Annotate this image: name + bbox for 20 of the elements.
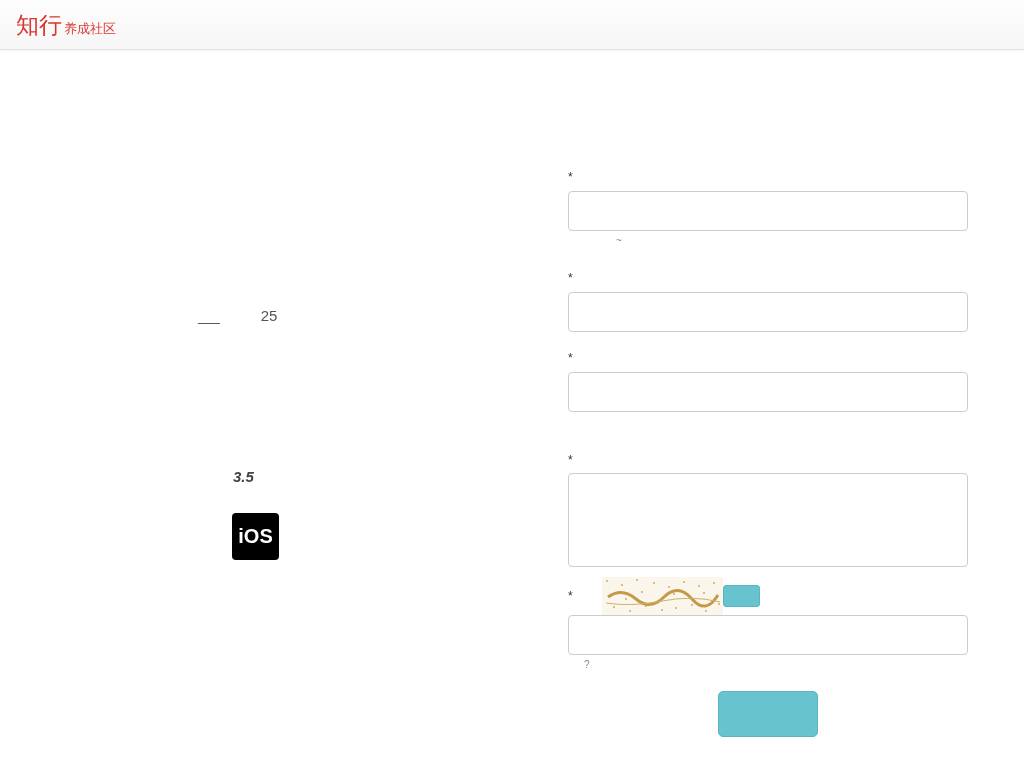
required-mark: * [568, 587, 573, 605]
required-mark: * [568, 452, 573, 469]
logo-title: 知行 [16, 11, 62, 39]
required-mark: * [568, 270, 573, 287]
logo-subtitle: 养成社区 [64, 21, 116, 37]
captcha-input-field[interactable] [568, 615, 968, 655]
required-mark: * [568, 169, 573, 186]
count-text: 25 [260, 306, 278, 326]
underline-mark: ___ [198, 308, 220, 326]
required-mark: * [568, 350, 573, 367]
input-field[interactable] [568, 372, 968, 412]
hint-text: ~ [616, 234, 622, 248]
platform-badge: iOS [232, 513, 279, 560]
hint-text: ? [584, 658, 590, 672]
captcha-refresh-button[interactable] [722, 585, 760, 607]
textarea-field[interactable] [568, 473, 968, 567]
input-field[interactable] [568, 191, 968, 231]
rating-text: 3.5 [233, 468, 254, 486]
submit-button[interactable] [718, 691, 818, 737]
input-field[interactable] [568, 292, 968, 332]
